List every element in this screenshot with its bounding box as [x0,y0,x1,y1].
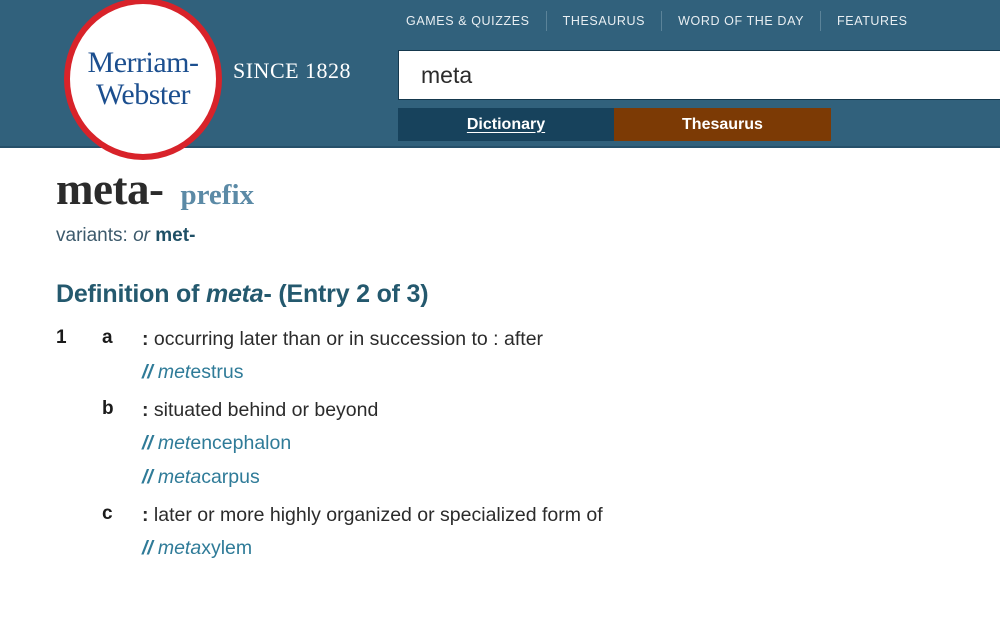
tab-dictionary-label: Dictionary [466,115,546,133]
headword: meta- [56,164,164,214]
tab-thesaurus[interactable]: Thesaurus [614,108,831,141]
sense-definition-text: occurring later than or in succession to… [153,328,544,350]
definition-heading-word: meta [205,280,264,308]
sense-definition: : occurring later than or in succession … [142,327,1000,351]
example-slashes: // [142,361,153,384]
example-line: //metaxylem [142,536,1000,561]
search-input[interactable] [399,61,1000,89]
example-rest: carpus [201,466,260,489]
definition-heading-prefix: Definition of [56,280,206,308]
sense-definition-text: later or more highly organized or specia… [153,503,603,526]
example-slashes: // [142,432,153,455]
sense-definition: : later or more highly organized or spec… [142,503,1000,527]
example-line: //metacarpus [142,465,1000,490]
logo-line-2: Webster [95,78,191,111]
example-line: //metestrus [142,360,1000,385]
example-stem: met [157,432,191,455]
sense-letter: c [102,502,113,524]
sense-definition: : situated behind or beyond [142,398,1000,422]
variants-conjunction: or [133,225,150,246]
sense-letter: a [102,327,113,348]
merriam-webster-logo[interactable]: Merriam- Webster [64,0,222,160]
sense-number: 1 [56,327,67,348]
sense-definition-text: situated behind or beyond [153,398,379,421]
tab-thesaurus-label: Thesaurus [682,115,763,133]
search-scope-tabs: Dictionary Thesaurus [398,108,831,141]
example-rest: estrus [190,361,244,384]
nav-item-thesaurus[interactable]: THESAURUS [547,14,662,28]
nav-item-features[interactable]: FEATURES [821,14,924,28]
top-navigation: GAMES & QUIZZES THESAURUS WORD OF THE DA… [390,10,924,32]
sense-colon: : [142,398,149,421]
example-slashes: // [142,537,153,560]
since-tagline: SINCE 1828 [233,58,352,83]
nav-item-games-quizzes[interactable]: GAMES & QUIZZES [390,14,546,28]
tab-dictionary[interactable]: Dictionary [398,108,614,141]
variants-form: met- [155,225,196,246]
sense-letter: b [102,397,114,419]
sense-colon: : [142,503,149,526]
example-slashes: // [142,466,153,489]
sense-1b: b : situated behind or beyond //metencep… [56,398,1000,491]
logo-oval-icon: Merriam- Webster [64,0,222,160]
definition-heading: Definition of meta- (Entry 2 of 3) [56,280,1000,309]
sense-body: : occurring later than or in succession … [56,327,1000,386]
example-stem: met [157,361,191,384]
example-line: //metencephalon [142,431,1000,456]
sense-colon: : [142,328,149,350]
variants-line: variants: or met- [56,225,1000,247]
example-rest: xylem [201,537,253,560]
sense-list: 1 a : occurring later than or in success… [56,327,1000,562]
sense-body: : later or more highly organized or spec… [56,503,1000,562]
search-box[interactable] [398,50,1000,100]
definition-heading-suffix: - (Entry 2 of 3) [263,280,429,308]
logo-line-1: Merriam- [87,46,199,79]
sense-1a: 1 a : occurring later than or in success… [56,327,1000,386]
variants-label: variants: [56,225,128,246]
headword-row: meta- prefix [56,163,1000,215]
entry-main: meta- prefix variants: or met- Definitio… [0,150,1000,562]
sense-1c: c : later or more highly organized or sp… [56,503,1000,562]
nav-item-word-of-the-day[interactable]: WORD OF THE DAY [662,14,820,28]
sense-body: : situated behind or beyond //metencepha… [56,398,1000,491]
example-rest: encephalon [190,432,292,455]
part-of-speech: prefix [180,179,254,211]
example-stem: meta [157,537,202,560]
example-stem: meta [157,466,202,489]
